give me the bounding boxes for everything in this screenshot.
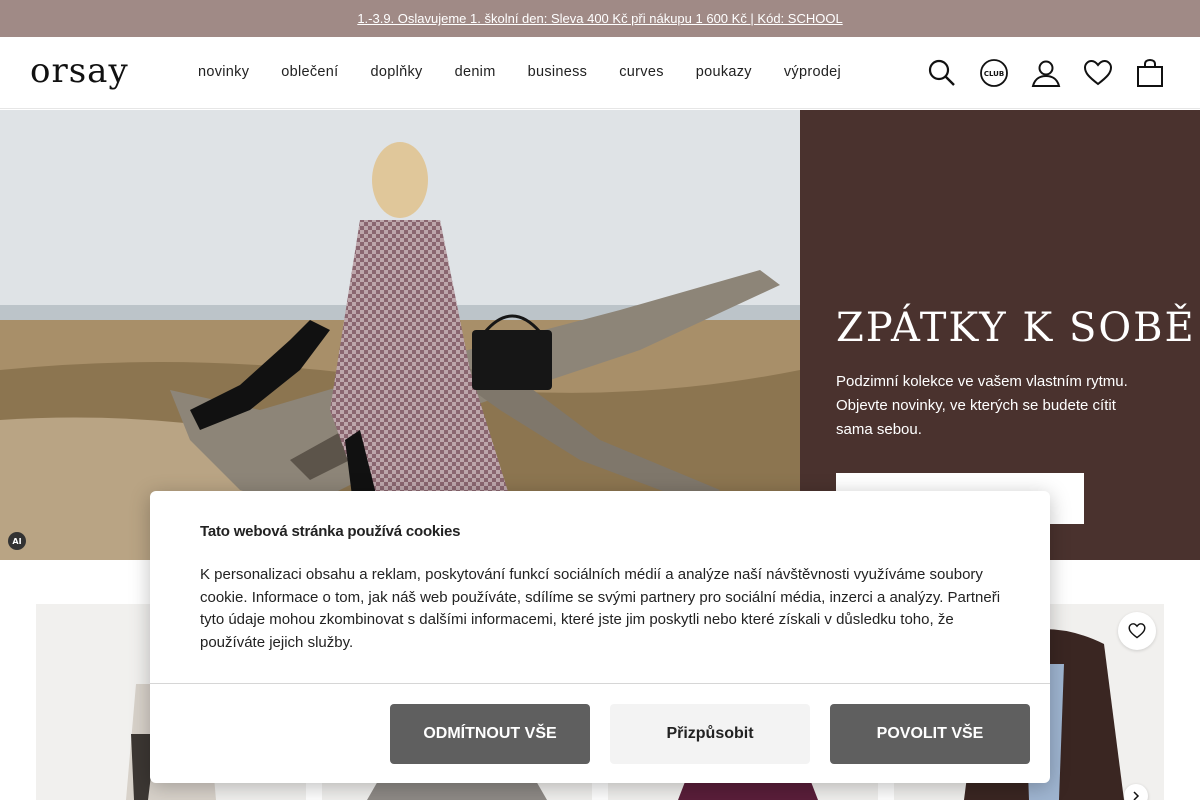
nav-item-obleceni[interactable]: oblečení [281,64,338,80]
nav-item-poukazy[interactable]: poukazy [696,64,752,80]
club-icon[interactable]: CLUB [976,55,1012,91]
hero-text: Podzimní kolekce ve vašem vlastním rytmu… [836,373,1128,438]
customize-button[interactable]: Přizpůsobit [610,704,810,764]
nav-item-denim[interactable]: denim [455,64,496,80]
cookie-divider [150,683,1050,684]
reject-all-button[interactable]: ODMÍTNOUT VŠE [390,704,590,764]
wishlist-icon[interactable] [1118,612,1156,650]
promo-bar: 1.-3.9. Oslavujeme 1. školní den: Sleva … [0,0,1200,37]
main-nav: novinky oblečení doplňky denim business … [198,64,873,80]
cookie-title: Tato webová stránka používá cookies [200,523,461,540]
nav-item-doplnky[interactable]: doplňky [371,64,423,80]
account-icon[interactable] [1028,55,1064,91]
promo-link[interactable]: 1.-3.9. Oslavujeme 1. školní den: Sleva … [357,11,842,26]
nav-item-curves[interactable]: curves [619,64,664,80]
nav-item-novinky[interactable]: novinky [198,64,249,80]
wishlist-icon[interactable] [1080,55,1116,91]
ai-badge: AI [8,532,26,550]
club-label: CLUB [984,70,1004,78]
hero-title: ZPÁTKY K SOBĚ [836,305,1196,351]
cookie-dialog: Tato webová stránka používá cookies K pe… [150,491,1050,783]
search-icon[interactable] [924,55,960,91]
nav-item-vyprodej[interactable]: výprodej [784,64,841,80]
orsay-logo[interactable]: orsay [30,54,152,91]
site-header: orsay novinky oblečení doplňky denim bus… [0,37,1200,109]
nav-item-business[interactable]: business [528,64,588,80]
accept-all-button[interactable]: POVOLIT VŠE [830,704,1030,764]
bag-icon[interactable] [1132,55,1168,91]
cookie-text: K personalizaci obsahu a reklam, poskyto… [200,566,1001,651]
header-icons: CLUB [924,55,1184,91]
